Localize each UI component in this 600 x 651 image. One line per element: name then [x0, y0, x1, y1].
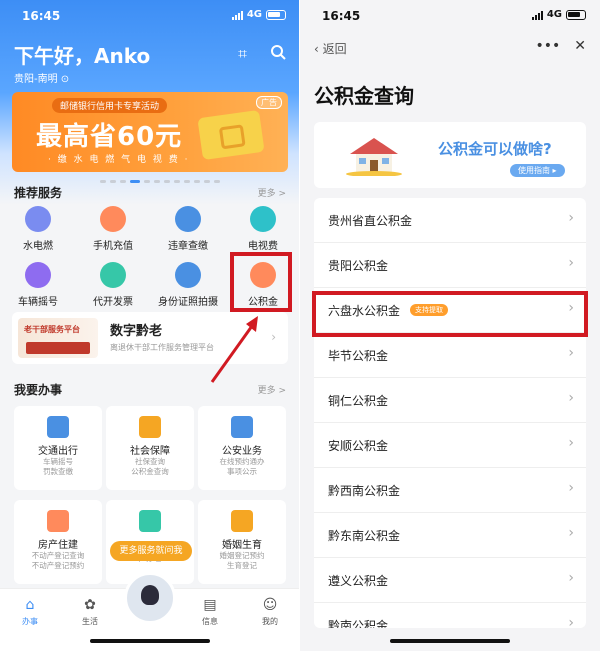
red-arrow-annotation	[210, 316, 258, 383]
card-title: 社会保障	[130, 446, 170, 457]
status-time: 16:45	[322, 9, 361, 23]
assistant-mascot-button[interactable]	[124, 572, 176, 624]
chevron-right-icon: ›	[568, 570, 574, 586]
nav-actions: ••• ✕	[535, 38, 586, 54]
tab-label: 我的	[262, 617, 278, 626]
card-line: 在线预约通办	[219, 457, 265, 466]
item-label: 毕节公积金	[328, 349, 389, 363]
card-line: 罚款查缴	[43, 467, 73, 476]
list-item[interactable]: 毕节公积金 ›	[314, 333, 586, 378]
list-item[interactable]: 贵阳公积金 ›	[314, 243, 586, 288]
card-title: 房产住建	[38, 540, 78, 551]
card-title: 公安业务	[222, 446, 262, 457]
battery-icon	[566, 9, 586, 20]
affairs-title: 我要办事	[14, 383, 63, 397]
document-icon: ▤	[203, 597, 217, 613]
card-line: 社保查询	[135, 457, 165, 466]
page-title: 公积金查询	[314, 84, 414, 108]
chevron-right-icon: ›	[568, 435, 574, 451]
item-label: 铜仁公积金	[328, 394, 389, 408]
list-item[interactable]: 安顺公积金 ›	[314, 423, 586, 468]
home-indicator	[90, 639, 210, 643]
card-line: 生育登记	[227, 561, 257, 570]
item-label: 遵义公积金	[328, 574, 389, 588]
chevron-right-icon: ›	[568, 525, 574, 541]
list-item[interactable]: 黔东南公积金 ›	[314, 513, 586, 558]
chevron-right-icon: ›	[568, 255, 574, 271]
tab-info[interactable]: ▤ 信息	[190, 597, 230, 627]
tab-label: 办事	[22, 617, 38, 626]
home-indicator	[390, 639, 510, 643]
left-phone-screen: 16:45 4G 下午好，Anko 贵阳-南明 ⊙ ⌗ 邮储银行信用卡专享活动 …	[0, 0, 300, 651]
back-button[interactable]: ‹ 返回	[314, 40, 347, 57]
item-label: 黔东南公积金	[328, 529, 401, 543]
affair-card-marriage[interactable]: 婚姻生育 婚姻登记预约 生育登记	[198, 500, 286, 584]
house-icon	[346, 138, 402, 176]
right-phone-screen: 16:45 4G ‹ 返回 ••• ✕ 公积金查询 公积金可以做啥? 使用指南 …	[300, 0, 600, 651]
list-item[interactable]: 贵州省直公积金 ›	[314, 198, 586, 243]
card-line: 婚姻登记预约	[219, 551, 265, 560]
liupanshui-highlight-box	[312, 291, 588, 337]
close-icon[interactable]: ✕	[574, 38, 586, 54]
city-fund-list: 贵州省直公积金 › 贵阳公积金 › 六盘水公积金 支持提取 › 毕节公积金 › 铜仁公积金…	[314, 198, 586, 628]
card-line: 事项公示	[227, 467, 257, 476]
chevron-right-icon: ›	[568, 210, 574, 226]
chevron-right-icon: ›	[568, 345, 574, 361]
item-label: 黔南公积金	[328, 619, 389, 628]
guide-text: 公积金可以做啥?	[438, 140, 552, 158]
item-label: 安顺公积金	[328, 439, 389, 453]
network-label: 4G	[546, 9, 562, 20]
card-line: 不动产登记预约	[31, 561, 85, 570]
housing-fund-guide-banner[interactable]: 公积金可以做啥? 使用指南 ▸	[314, 122, 586, 188]
id-card-icon	[139, 416, 161, 438]
list-item[interactable]: 铜仁公积金 ›	[314, 378, 586, 423]
list-item[interactable]: 黔西南公积金 ›	[314, 468, 586, 513]
house-icon	[47, 510, 69, 532]
leaf-icon: ✿	[84, 597, 96, 613]
chevron-right-icon: ›	[568, 615, 574, 628]
affair-card-social-security[interactable]: 社会保障 社保查询 公积金查询	[106, 406, 194, 490]
badge-icon	[231, 416, 253, 438]
item-label: 贵阳公积金	[328, 259, 389, 273]
card-line: 不动产登记查询	[31, 551, 85, 560]
affairs-more-link[interactable]: 更多 >	[258, 383, 286, 396]
tab-label: 信息	[202, 617, 218, 626]
ask-more-services-button[interactable]: 更多服务就问我	[110, 541, 192, 561]
home-icon	[139, 510, 161, 532]
list-item[interactable]: 黔南公积金 ›	[314, 603, 586, 628]
card-title: 交通出行	[38, 446, 78, 457]
tab-me[interactable]: ☺ 我的	[250, 597, 290, 627]
tab-life[interactable]: ✿ 生活	[70, 597, 110, 627]
chevron-right-icon: ›	[568, 480, 574, 496]
affair-card-police[interactable]: 公安业务 在线预约通办 事项公示	[198, 406, 286, 490]
card-title: 婚姻生育	[222, 540, 262, 551]
affair-card-housing[interactable]: 房产住建 不动产登记查询 不动产登记预约	[14, 500, 102, 584]
list-item[interactable]: 遵义公积金 ›	[314, 558, 586, 603]
tab-label: 生活	[82, 617, 98, 626]
affair-card-transport[interactable]: 交通出行 车辆摇号 罚款查缴	[14, 406, 102, 490]
back-label: 返回	[322, 42, 347, 56]
item-label: 黔西南公积金	[328, 484, 401, 498]
baby-icon	[231, 510, 253, 532]
card-line: 车辆摇号	[43, 457, 73, 466]
person-icon: ☺	[262, 597, 278, 613]
item-label: 贵州省直公积金	[328, 214, 413, 228]
tab-affairs[interactable]: ⌂ 办事	[10, 597, 50, 627]
card-line: 公积金查询	[131, 467, 169, 476]
user-guide-button[interactable]: 使用指南 ▸	[510, 164, 565, 177]
status-bar: 16:45 4G	[300, 8, 600, 26]
chevron-left-icon: ‹	[314, 42, 319, 56]
car-icon	[47, 416, 69, 438]
chevron-right-icon: ›	[568, 390, 574, 406]
home-icon: ⌂	[25, 597, 35, 613]
signal-icon	[531, 10, 543, 20]
more-options-icon[interactable]: •••	[535, 38, 560, 54]
